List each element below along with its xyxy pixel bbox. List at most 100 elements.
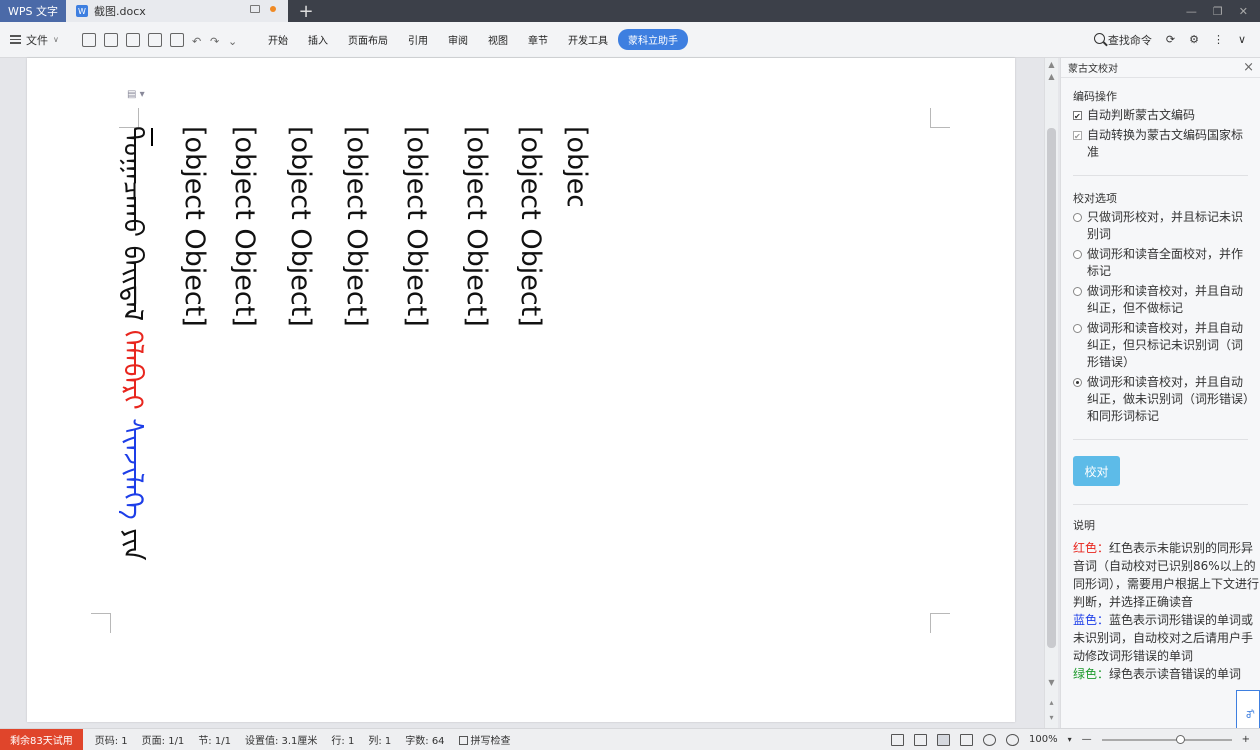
open-folder-icon[interactable] xyxy=(82,32,96,47)
radio-icon[interactable] xyxy=(1073,213,1082,222)
text-column[interactable]: [object Object] xyxy=(287,126,314,626)
page-view-icon[interactable] xyxy=(937,733,950,746)
scrollbar-thumb[interactable] xyxy=(1047,128,1056,648)
new-tab-button[interactable]: + xyxy=(288,0,324,22)
app-tab[interactable]: WPS 文字 xyxy=(0,0,66,22)
text-column[interactable]: [object Object] xyxy=(403,126,430,626)
gear-icon[interactable]: ⚙ xyxy=(1189,33,1199,46)
save-icon[interactable] xyxy=(104,32,118,47)
menu-chapter[interactable]: 章节 xyxy=(518,32,558,47)
blue-marked-word[interactable]: ᠰᠢᠨᠵᠢᠯᠡᠭᠡ xyxy=(119,418,146,519)
file-menu-label: 文件 xyxy=(26,33,48,47)
checkbox-icon[interactable] xyxy=(1073,108,1082,125)
hamburger-icon xyxy=(10,35,21,44)
scroll-down-icon[interactable]: ▼ xyxy=(1045,678,1058,687)
file-menu-button[interactable]: 文件 ∨ xyxy=(0,32,80,48)
proofread-button[interactable]: 校对 xyxy=(1073,456,1120,486)
unsaved-dot-icon xyxy=(270,6,276,12)
page-number[interactable]: 页码: 1 xyxy=(95,732,128,747)
sync-icon[interactable]: ⟳ xyxy=(1166,33,1175,46)
text-column-last[interactable]: ᠲᠣᠭᠠᠴᠠᠬᠤ ᠪᠠᠢᠳᠠᠯ ᠬᠡᠯᠡᠪᠡᠷᠢ ᠰᠢᠨᠵᠢᠯᠡᠭᠡ ᠶᠢᠨ xyxy=(119,126,146,626)
text-column[interactable]: [object Object] xyxy=(231,126,258,626)
document-tab[interactable]: W 截图.docx xyxy=(66,0,288,22)
column-indicator[interactable]: 列: 1 xyxy=(368,732,391,747)
menu-page-layout[interactable]: 页面布局 xyxy=(338,32,398,47)
text-column[interactable]: [object Object] xyxy=(517,126,544,626)
zoom-level[interactable]: 100% xyxy=(1029,734,1058,745)
text-column[interactable]: [object Object] xyxy=(343,126,370,626)
scroll-up-icon[interactable]: ▲ xyxy=(1045,60,1058,69)
collapse-ribbon-icon[interactable]: ∨ xyxy=(1238,33,1246,46)
trial-badge[interactable]: 剩余83天试用 xyxy=(0,728,83,750)
prev-page-icon[interactable]: ▴ xyxy=(1045,698,1058,707)
document-tab-label: 截图.docx xyxy=(94,5,146,18)
green-legend-text: 绿色表示读音错误的单词 xyxy=(1109,667,1242,681)
divider xyxy=(1073,504,1248,505)
row-indicator[interactable]: 行: 1 xyxy=(331,732,354,747)
proof-option-radio-selected[interactable]: 做词形和读音校对，并且自动纠正，做未识别词（词形错误）和同形词标记 xyxy=(1061,374,1260,425)
chevron-down-icon: ∨ xyxy=(53,35,59,44)
divider xyxy=(1073,439,1248,440)
zoom-dropdown-icon[interactable]: ▾ xyxy=(1068,735,1072,744)
page-count[interactable]: 页面: 1/1 xyxy=(142,732,185,747)
text-column[interactable]: [object Object] xyxy=(181,126,208,626)
text-column[interactable]: [object Object] xyxy=(463,126,490,626)
text-column-first[interactable]: [object Object] xyxy=(563,126,590,206)
close-icon[interactable]: × xyxy=(1243,60,1254,75)
more-icon[interactable]: ⋮ xyxy=(1213,33,1224,46)
word-count[interactable]: 字数: 64 xyxy=(405,732,444,747)
proof-option-radio[interactable]: 做词形和读音全面校对，并作标记 xyxy=(1061,246,1260,280)
menu-developer[interactable]: 开发工具 xyxy=(558,32,618,47)
section-count[interactable]: 节: 1/1 xyxy=(198,732,231,747)
checkbox-icon[interactable] xyxy=(1073,128,1082,145)
setting-value[interactable]: 设置值: 3.1厘米 xyxy=(245,732,317,747)
paragraph-layout-icon[interactable]: ▤ ▾ xyxy=(127,89,145,100)
red-marked-word[interactable]: ᠬᠡᠯᠡᠪᠡᠷᠢ xyxy=(119,330,146,410)
radio-icon[interactable] xyxy=(1073,324,1082,333)
zoom-out-icon[interactable]: — xyxy=(1082,734,1092,745)
menu-review[interactable]: 审阅 xyxy=(438,32,478,47)
menu-home[interactable]: 开始 xyxy=(258,32,298,47)
zoom-slider[interactable] xyxy=(1101,734,1232,744)
scroll-up-icon[interactable]: ▲ xyxy=(1045,72,1058,81)
spell-check-button[interactable]: 拼写检查 xyxy=(458,732,511,747)
close-window-icon[interactable]: ✕ xyxy=(1239,5,1248,18)
outline-view-icon[interactable] xyxy=(960,733,973,746)
eye-protection-icon[interactable] xyxy=(1006,733,1019,746)
fullscreen-icon[interactable] xyxy=(891,733,904,746)
redo-icon[interactable]: ↷ xyxy=(210,35,220,48)
encoding-section-title: 编码操作 xyxy=(1073,90,1117,103)
vertical-scrollbar[interactable]: ▲ ▲ ▼ ▴ ▾ xyxy=(1044,58,1058,728)
customize-dropdown-icon[interactable]: ⌄ xyxy=(228,35,238,48)
word-doc-icon: W xyxy=(76,5,88,17)
next-page-icon[interactable]: ▾ xyxy=(1045,713,1058,722)
undo-icon[interactable]: ↶ xyxy=(192,35,202,48)
monitor-icon[interactable] xyxy=(250,5,260,13)
menu-view[interactable]: 视图 xyxy=(478,32,518,47)
menu-insert[interactable]: 插入 xyxy=(298,32,338,47)
format-painter-icon[interactable] xyxy=(126,32,140,47)
radio-icon[interactable] xyxy=(1073,287,1082,296)
zoom-in-icon[interactable]: + xyxy=(1242,734,1250,745)
auto-detect-encoding-checkbox[interactable]: 自动判断蒙古文编码 xyxy=(1061,107,1260,125)
web-view-icon[interactable] xyxy=(983,733,996,746)
radio-icon[interactable] xyxy=(1073,250,1082,259)
margin-mark-top-left xyxy=(119,108,139,128)
reading-mode-icon[interactable] xyxy=(914,733,927,746)
blue-legend-label: 蓝色： xyxy=(1073,613,1110,627)
radio-icon[interactable] xyxy=(1073,378,1082,387)
zoom-slider-knob[interactable] xyxy=(1175,734,1185,744)
print-preview-icon[interactable] xyxy=(170,32,184,47)
print-icon[interactable] xyxy=(148,32,162,47)
search-command-button[interactable]: 查找命令 xyxy=(1093,32,1152,48)
document-page[interactable]: ▤ ▾ ᠲᠣᠭᠠᠴᠠᠬᠤ ᠪᠠᠢᠳᠠᠯ ᠬᠡᠯᠡᠪᠡᠷᠢ ᠰᠢᠨᠵᠢᠯᠡᠭᠡ ᠶ… xyxy=(27,58,1015,722)
proof-option-radio[interactable]: 只做词形校对，并且标记未识别词 xyxy=(1061,209,1260,243)
restore-icon[interactable]: ❐ xyxy=(1213,5,1223,18)
menu-menksoft-assistant[interactable]: 蒙科立助手 xyxy=(618,29,688,50)
minimize-icon[interactable]: — xyxy=(1186,5,1197,18)
text-cursor xyxy=(151,128,153,146)
auto-convert-encoding-checkbox[interactable]: 自动转换为蒙古文编码国家标准 xyxy=(1061,127,1260,161)
menu-references[interactable]: 引用 xyxy=(398,32,438,47)
proof-option-radio[interactable]: 做词形和读音校对，并且自动纠正，但只标记未识别词（词形错误） xyxy=(1061,320,1260,371)
proof-option-radio[interactable]: 做词形和读音校对，并且自动纠正，但不做标记 xyxy=(1061,283,1260,317)
